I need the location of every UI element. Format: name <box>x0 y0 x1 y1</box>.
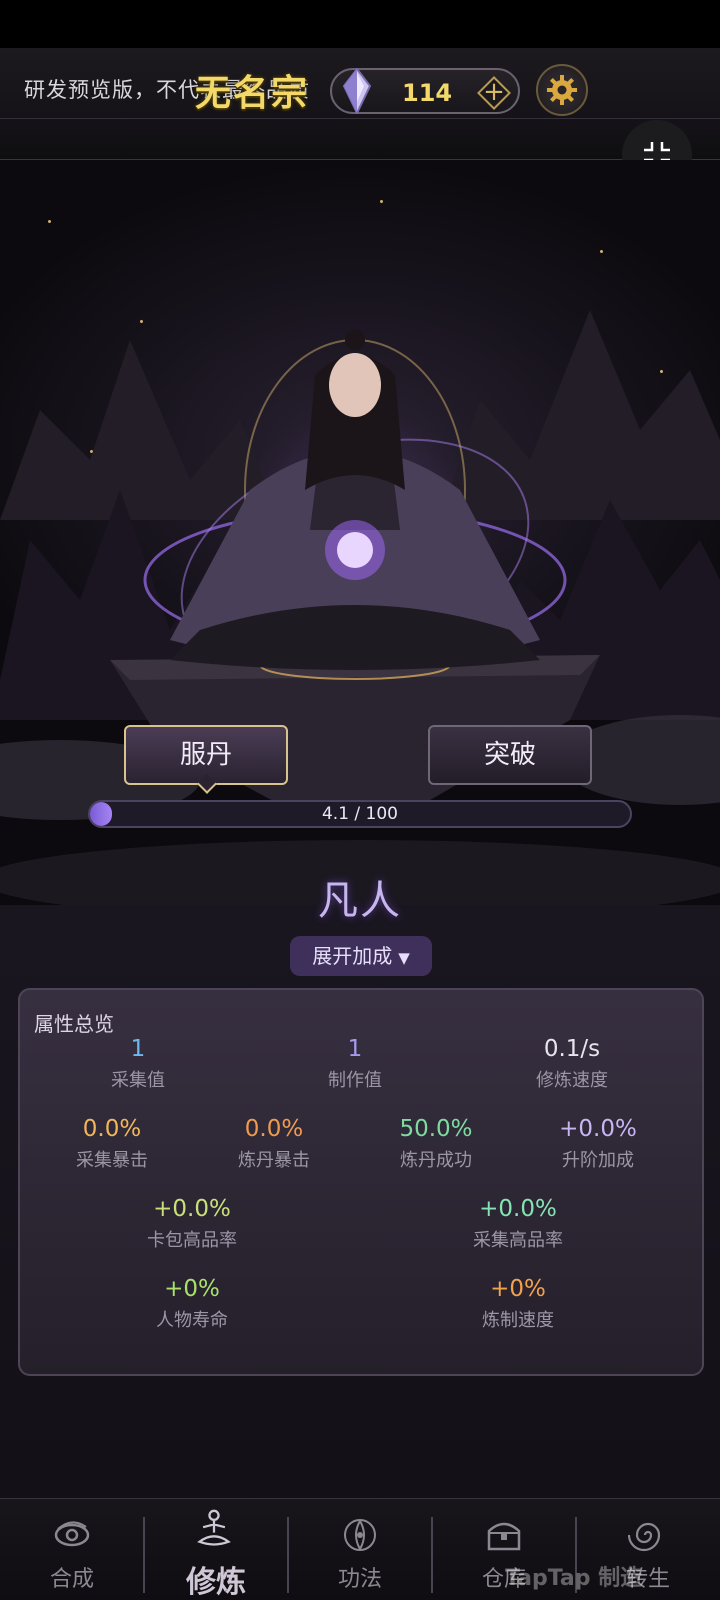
nav-item-cultivation[interactable]: 修炼 <box>144 1499 288 1600</box>
taptap-watermark: TapTap 制造 <box>505 1566 643 1591</box>
cultivation-progress-bar: 4.1 / 100 <box>88 800 632 828</box>
stat-value: +0.0% <box>479 1196 557 1222</box>
stat-cultivation-speed: 0.1/s 修炼速度 <box>472 1036 672 1092</box>
stat-value: 1 <box>130 1036 146 1062</box>
realm-title: 凡人 <box>318 878 402 924</box>
stat-lifespan: +0% 人物寿命 <box>92 1276 292 1332</box>
nav-label: 合成 <box>49 1567 94 1592</box>
sect-name[interactable]: 无名宗 <box>195 64 309 116</box>
chevron-down-icon: ▼ <box>398 949 410 967</box>
stat-value: +0.0% <box>153 1196 231 1222</box>
crystal-icon <box>342 68 372 114</box>
cloud-decoration <box>0 118 720 138</box>
nav-item-techniques[interactable]: 功法 <box>288 1499 432 1600</box>
stat-name: 炼制速度 <box>482 1310 554 1331</box>
stat-value: +0% <box>490 1276 546 1302</box>
stat-gathering-high-quality: +0.0% 采集高品率 <box>418 1196 618 1252</box>
stat-value: 1 <box>347 1036 363 1062</box>
stat-crafting-value: 1 制作值 <box>255 1036 455 1092</box>
plus-icon: + <box>483 77 505 107</box>
stat-name: 人物寿命 <box>156 1310 228 1331</box>
status-bar <box>0 0 720 48</box>
stat-name: 修炼速度 <box>536 1070 608 1091</box>
chest-icon <box>487 1522 521 1551</box>
panel-title: 属性总览 <box>34 1012 114 1036</box>
meditation-icon <box>197 1509 231 1546</box>
stat-card-pack-high-quality: +0.0% 卡包高品率 <box>92 1196 292 1252</box>
take-pill-button[interactable]: 服丹 <box>124 725 288 794</box>
stat-refining-speed: +0% 炼制速度 <box>418 1276 618 1332</box>
technique-icon <box>344 1518 376 1552</box>
nav-item-synthesis[interactable]: 合成 <box>0 1499 144 1600</box>
stat-value: +0.0% <box>559 1116 637 1142</box>
meditating-cultivator-illustration <box>0 310 720 905</box>
stat-value: 0.1/s <box>543 1036 601 1062</box>
stat-advancement-bonus: +0.0% 升阶加成 <box>498 1116 698 1172</box>
gear-icon <box>547 75 577 105</box>
vortex-icon <box>54 1521 90 1547</box>
progress-text: 4.1 / 100 <box>321 804 399 824</box>
currency-amount: 114 <box>402 79 453 107</box>
take-pill-label: 服丹 <box>179 740 232 770</box>
stat-name: 采集值 <box>111 1070 165 1091</box>
nav-label: 修炼 <box>186 1565 246 1600</box>
breakthrough-label: 突破 <box>483 740 536 770</box>
attribute-overview-panel: 属性总览 1 采集值 1 制作值 0.1/s 修炼速度 0.0% 采集暴击 0.… <box>18 988 704 1376</box>
expand-bonus-button[interactable]: 展开加成 ▼ <box>290 936 432 976</box>
stat-gathering-value: 1 采集值 <box>38 1036 238 1092</box>
top-header: 研发预览版，不代表最终品质 无名宗 114 + <box>0 48 720 190</box>
add-currency-button[interactable]: + <box>477 76 511 110</box>
spirit-stone-counter: 114 + <box>330 68 520 114</box>
stat-name: 升阶加成 <box>562 1150 634 1171</box>
expand-label: 展开加成 <box>312 944 393 968</box>
settings-button[interactable] <box>536 64 588 116</box>
stat-name: 制作值 <box>328 1070 382 1091</box>
stat-name: 卡包高品率 <box>147 1230 237 1251</box>
nav-label: 功法 <box>337 1567 382 1592</box>
breakthrough-button[interactable]: 突破 <box>428 725 592 785</box>
stat-value: +0% <box>164 1276 220 1302</box>
spiral-icon <box>628 1522 661 1552</box>
cultivation-scene: 服丹 突破 4.1 / 100 <box>0 160 720 905</box>
stat-name: 采集高品率 <box>473 1230 563 1251</box>
